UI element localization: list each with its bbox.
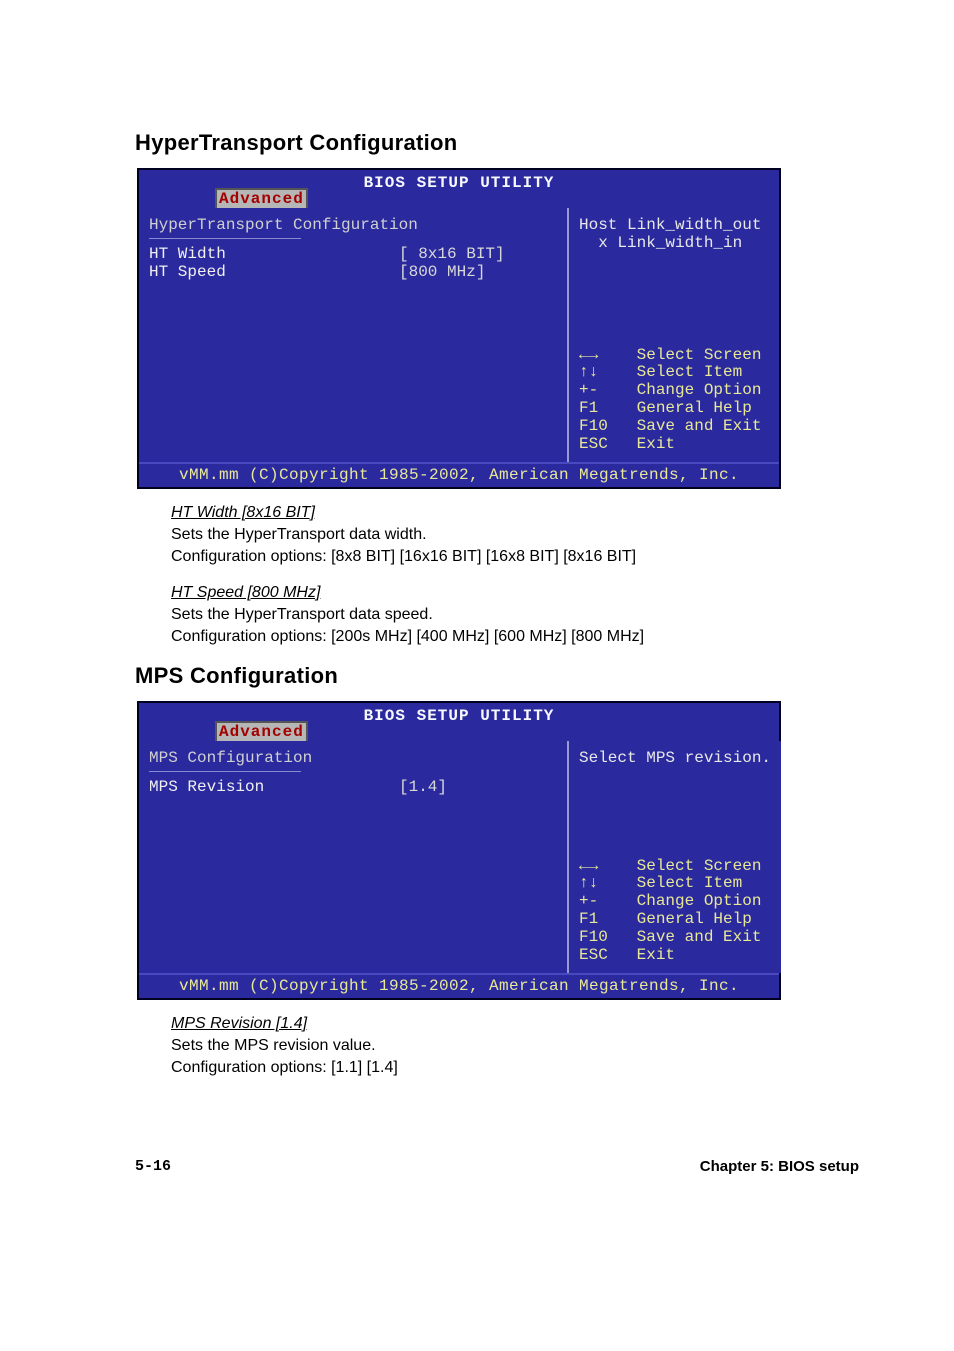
- bios-footer: vMM.mm (C)Copyright 1985-2002, American …: [139, 462, 779, 487]
- option-label: HT Width: [149, 245, 399, 263]
- desc-ht-speed: HT Speed [800 MHz] Sets the HyperTranspo…: [171, 583, 859, 647]
- bios-group-title: MPS Configuration: [149, 749, 557, 767]
- bios-group-title: HyperTransport Configuration: [149, 216, 557, 234]
- bios-panel-mps: BIOS SETUP UTILITY Advanced MPS Configur…: [137, 701, 781, 1000]
- option-value: [ 8x16 BIT]: [399, 245, 505, 263]
- item-desc-line: Sets the HyperTransport data width.: [171, 525, 859, 545]
- bios-option-ht-speed[interactable]: HT Speed [800 MHz]: [149, 263, 557, 281]
- item-desc-line: Configuration options: [8x8 BIT] [16x16 …: [171, 547, 859, 567]
- item-desc-line: Sets the HyperTransport data speed.: [171, 605, 859, 625]
- bios-left-pane: MPS Configuration MPS Revision [1.4]: [139, 741, 569, 973]
- option-value: [800 MHz]: [399, 263, 485, 281]
- bios-menubar: BIOS SETUP UTILITY Advanced: [139, 170, 779, 208]
- option-value: [1.4]: [399, 778, 447, 796]
- bios-tab-advanced[interactable]: Advanced: [215, 188, 308, 208]
- item-heading: MPS Revision [1.4]: [171, 1014, 307, 1034]
- separator-line: [149, 771, 301, 772]
- bios-right-pane: Select MPS revision. ←→ Select Screen ↑↓…: [569, 741, 781, 973]
- page-footer: 5-16 Chapter 5: BIOS setup: [135, 1158, 859, 1175]
- bios-nav-hints: ←→ Select Screen ↑↓ Select Item +- Chang…: [579, 858, 761, 965]
- option-label: MPS Revision: [149, 778, 399, 796]
- bios-nav-hints: ←→ Select Screen ↑↓ Select Item +- Chang…: [579, 347, 761, 454]
- item-desc-line: Sets the MPS revision value.: [171, 1036, 859, 1056]
- desc-ht-width: HT Width [8x16 BIT] Sets the HyperTransp…: [171, 503, 859, 567]
- bios-option-ht-width[interactable]: HT Width [ 8x16 BIT]: [149, 245, 557, 263]
- bios-tab-advanced[interactable]: Advanced: [215, 721, 308, 741]
- page-number: 5-16: [135, 1158, 171, 1175]
- bios-help-text: Host Link_width_out x Link_width_in: [579, 216, 769, 252]
- bios-left-pane: HyperTransport Configuration HT Width [ …: [139, 208, 569, 462]
- bios-body: HyperTransport Configuration HT Width [ …: [139, 208, 779, 462]
- desc-mps-revision: MPS Revision [1.4] Sets the MPS revision…: [171, 1014, 859, 1078]
- separator-line: [149, 238, 301, 239]
- page-body: HyperTransport Configuration BIOS SETUP …: [0, 0, 954, 1235]
- bios-body: MPS Configuration MPS Revision [1.4] Sel…: [139, 741, 779, 973]
- item-desc-line: Configuration options: [200s MHz] [400 M…: [171, 627, 859, 647]
- item-heading: HT Speed [800 MHz]: [171, 583, 320, 603]
- bios-option-mps-revision[interactable]: MPS Revision [1.4]: [149, 778, 557, 796]
- bios-footer: vMM.mm (C)Copyright 1985-2002, American …: [139, 973, 779, 998]
- section-title-mps: MPS Configuration: [135, 663, 859, 689]
- chapter-label: Chapter 5: BIOS setup: [700, 1158, 859, 1175]
- item-heading: HT Width [8x16 BIT]: [171, 503, 315, 523]
- bios-panel-ht: BIOS SETUP UTILITY Advanced HyperTranspo…: [137, 168, 781, 489]
- bios-help-text: Select MPS revision.: [579, 749, 771, 767]
- bios-right-pane: Host Link_width_out x Link_width_in ←→ S…: [569, 208, 779, 462]
- item-desc-line: Configuration options: [1.1] [1.4]: [171, 1058, 859, 1078]
- option-label: HT Speed: [149, 263, 399, 281]
- bios-menubar: BIOS SETUP UTILITY Advanced: [139, 703, 779, 741]
- section-title-ht: HyperTransport Configuration: [135, 130, 859, 156]
